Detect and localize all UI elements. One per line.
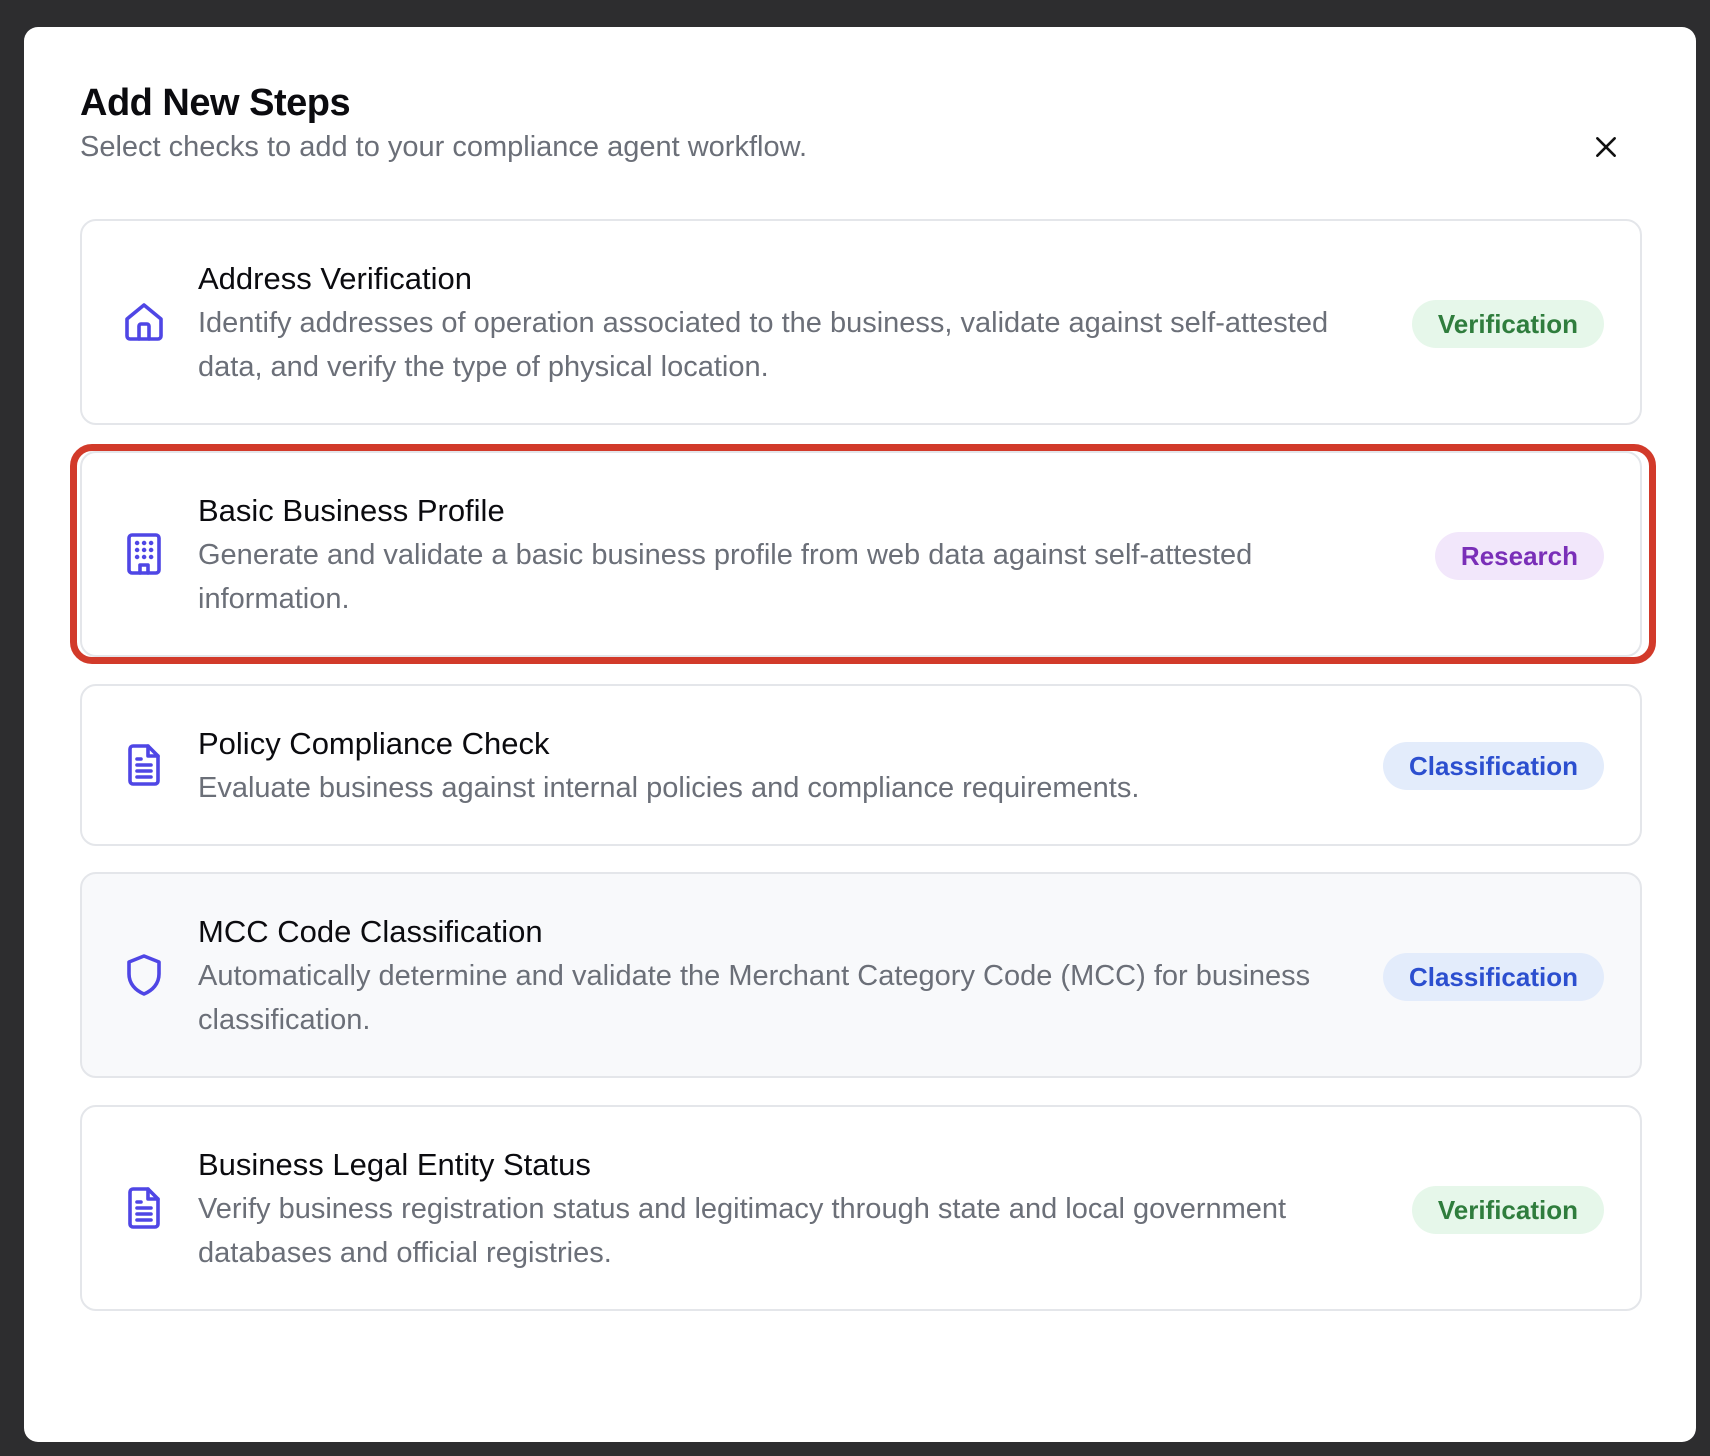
shield-icon xyxy=(120,951,168,999)
step-card-mcc-code-classification[interactable]: MCC Code Classification Automatically de… xyxy=(80,872,1642,1078)
step-title: Address Verification xyxy=(198,261,472,296)
category-badge: Research xyxy=(1434,532,1604,580)
close-button[interactable] xyxy=(1586,127,1626,167)
step-text: MCC Code Classification Automatically de… xyxy=(198,910,1380,1042)
modal-subtitle: Select checks to add to your compliance … xyxy=(80,131,807,163)
building-icon xyxy=(120,530,168,578)
step-description: Identify addresses of operation associat… xyxy=(198,307,1329,383)
category-badge: Classification xyxy=(1382,953,1604,1001)
step-card-address-verification[interactable]: Address Verification Identify addresses … xyxy=(80,219,1642,425)
step-description: Verify business registration status and … xyxy=(198,1193,1287,1269)
modal-header: Add New Steps Select checks to add to yo… xyxy=(80,79,1640,167)
category-badge: Verification xyxy=(1411,300,1604,348)
document-icon xyxy=(120,1184,168,1232)
step-title: Business Legal Entity Status xyxy=(198,1147,591,1182)
modal-title: Add New Steps xyxy=(80,82,351,124)
step-text: Basic Business Profile Generate and vali… xyxy=(198,489,1380,621)
category-badge: Classification xyxy=(1382,742,1604,790)
step-text: Business Legal Entity Status Verify busi… xyxy=(198,1143,1380,1275)
step-description: Generate and validate a basic business p… xyxy=(198,539,1253,615)
step-title: Basic Business Profile xyxy=(198,493,505,528)
step-card-basic-business-profile[interactable]: Basic Business Profile Generate and vali… xyxy=(80,451,1642,657)
home-icon xyxy=(120,298,168,346)
document-icon xyxy=(120,741,168,789)
step-title: MCC Code Classification xyxy=(198,914,543,949)
step-description: Evaluate business against internal polic… xyxy=(198,772,1140,804)
step-card-business-legal-entity-status[interactable]: Business Legal Entity Status Verify busi… xyxy=(80,1105,1642,1311)
add-steps-modal: Add New Steps Select checks to add to yo… xyxy=(24,27,1696,1442)
step-description: Automatically determine and validate the… xyxy=(198,960,1311,1036)
step-card-policy-compliance-check[interactable]: Policy Compliance Check Evaluate busines… xyxy=(80,684,1642,846)
category-badge: Verification xyxy=(1411,1186,1604,1234)
step-title: Policy Compliance Check xyxy=(198,726,550,761)
step-text: Policy Compliance Check Evaluate busines… xyxy=(198,722,1380,810)
step-text: Address Verification Identify addresses … xyxy=(198,257,1380,389)
close-icon xyxy=(1596,137,1616,157)
